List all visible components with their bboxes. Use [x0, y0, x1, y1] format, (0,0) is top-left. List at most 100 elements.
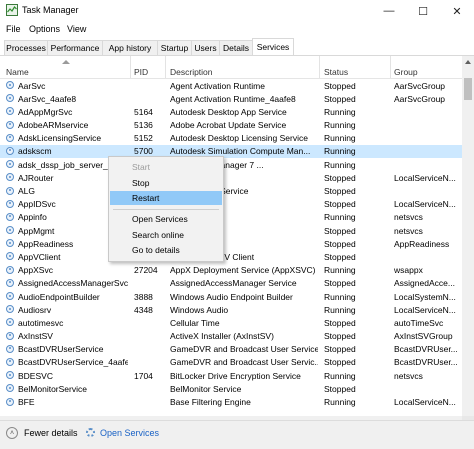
service-row[interactable]: adskscm 5700 Autodesk Simulation Compute M…	[0, 144, 462, 159]
service-description: Windows Audio Endpoint Builder	[170, 291, 293, 302]
service-row[interactable]: AdskLicensingService 5152 Autodesk Desktop…	[0, 132, 462, 145]
fewer-details-button[interactable]: Fewer details	[24, 428, 78, 438]
scroll-thumb[interactable]	[464, 78, 472, 100]
service-status: Running	[324, 265, 356, 276]
column-header-description[interactable]: Description	[170, 67, 213, 77]
column-header-name[interactable]: Name	[6, 67, 29, 77]
service-row[interactable]: AdAppMgrSvc 5164 Autodesk Desktop App Serv…	[0, 105, 462, 118]
tab-performance[interactable]: Performance	[47, 40, 103, 55]
service-group: LocalServiceN...	[394, 172, 456, 183]
column-divider[interactable]	[130, 56, 131, 78]
service-row[interactable]: BcastDVRUserService_4aafe8 GameDVR and Br…	[0, 356, 462, 369]
service-row[interactable]: Audiosrv 4348 Windows Audio Running LocalSer…	[0, 303, 462, 316]
service-group: AppReadiness	[394, 238, 450, 249]
scroll-up-arrow-icon[interactable]	[465, 60, 471, 64]
tab-processes[interactable]: Processes	[4, 40, 48, 55]
menu-options[interactable]: Options	[29, 24, 60, 34]
menu-file[interactable]: File	[6, 24, 21, 34]
vertical-scrollbar[interactable]	[462, 56, 474, 416]
service-gear-icon	[6, 94, 14, 103]
service-pid: 5164	[134, 106, 153, 117]
service-row[interactable]: AppXSvc 27204 AppX Deployment Service (App…	[0, 264, 462, 277]
tab-app-history[interactable]: App history	[102, 40, 158, 55]
service-name: AdobeARMservice	[18, 120, 89, 131]
service-row[interactable]: BcastDVRUserService GameDVR and Broadcast…	[0, 343, 462, 356]
service-pid: 3888	[134, 291, 153, 302]
column-divider[interactable]	[390, 56, 391, 78]
service-gear-icon	[6, 331, 14, 340]
service-status: Running	[324, 370, 356, 381]
column-divider[interactable]	[165, 56, 166, 78]
task-manager-icon	[6, 4, 18, 16]
service-row[interactable]: AdobeARMservice 5136 Adobe Acrobat Update …	[0, 119, 462, 132]
service-group: LocalServiceN...	[394, 304, 456, 315]
tab-startup[interactable]: Startup	[157, 40, 192, 55]
service-group: AxInstSVGroup	[394, 331, 453, 342]
close-button[interactable]: ✕	[440, 0, 474, 22]
service-row[interactable]: BDESVC 1704 BitLocker Drive Encryption Ser…	[0, 369, 462, 382]
service-gear-icon	[6, 384, 14, 393]
context-menu-search-online[interactable]: Search online	[110, 228, 222, 242]
service-status: Stopped	[324, 278, 356, 289]
service-name: AdskLicensingService	[18, 133, 102, 144]
service-status: Stopped	[324, 317, 356, 328]
service-description: Adobe Acrobat Update Service	[170, 120, 287, 131]
service-status: Stopped	[324, 172, 356, 183]
service-description: Agent Activation Runtime_4aafe8	[170, 93, 296, 104]
service-row[interactable]: AppMgmtagementStoppednetsvcs	[0, 224, 462, 237]
service-group: wsappx	[394, 265, 423, 276]
context-menu-go-to-details[interactable]: Go to details	[110, 243, 222, 257]
service-name: BFE	[18, 397, 35, 407]
column-header-pid[interactable]: PID	[134, 67, 148, 77]
service-gear-icon	[6, 146, 14, 155]
minimize-button[interactable]: —	[372, 0, 406, 22]
service-description: Cellular Time	[170, 317, 220, 328]
service-group: autoTimeSvc	[394, 317, 444, 328]
service-row[interactable]: AJRouter Stopped LocalServiceN...	[0, 171, 462, 184]
service-pid: 1704	[134, 370, 153, 381]
service-row[interactable]: AssignedAccessManagerSvc AssignedAccessMa…	[0, 277, 462, 290]
service-row[interactable]: autotimesvc Cellular Time Stopped autoTimeS…	[0, 316, 462, 329]
service-row[interactable]: adsk_dssp_job_server_7ulation Job Manage…	[0, 158, 462, 171]
service-row[interactable]: BelMonitorService BelMonitor Service Stopp…	[0, 382, 462, 395]
column-divider[interactable]	[319, 56, 320, 78]
service-pid: 5152	[134, 133, 153, 144]
service-gear-icon	[6, 357, 14, 366]
context-menu-stop[interactable]: Stop	[110, 176, 222, 190]
service-pid: 4348	[134, 304, 153, 315]
service-description: Windows Audio	[170, 304, 229, 315]
service-row[interactable]: AarSvc Agent Activation Runtime Stopped Aar…	[0, 79, 462, 92]
service-row[interactable]: AppIDSvcentityStoppedLocalServiceN...	[0, 198, 462, 211]
service-row[interactable]: BFE Base Filtering Engine Running LocalServ…	[0, 396, 462, 409]
service-name: adskscm	[18, 146, 52, 157]
tab-users[interactable]: Users	[191, 40, 220, 55]
column-header-status[interactable]: Status	[324, 67, 348, 77]
context-menu-open-services[interactable]: Open Services	[110, 212, 222, 226]
service-status: Running	[324, 133, 356, 144]
service-row[interactable]: AarSvc_4aafe8 Agent Activation Runtime_4a…	[0, 92, 462, 105]
service-row[interactable]: AppVClientMicrosoft App-V ClientStopped	[0, 250, 462, 263]
service-group: netsvcs	[394, 212, 423, 223]
service-name: AudioEndpointBuilder	[18, 291, 100, 302]
tab-services[interactable]: Services	[252, 38, 294, 55]
open-services-link[interactable]: Open Services	[100, 428, 159, 438]
column-header-group[interactable]: Group	[394, 67, 418, 77]
context-menu-restart[interactable]: Restart	[110, 191, 222, 205]
service-row[interactable]: AudioEndpointBuilder 3888 Windows Audio En…	[0, 290, 462, 303]
chevron-up-icon[interactable]: ˄	[6, 427, 18, 439]
service-description: Autodesk Desktop App Service	[170, 106, 287, 117]
service-name: BcastDVRUserService	[18, 344, 104, 355]
menu-view[interactable]: View	[67, 24, 86, 34]
service-gear-icon	[6, 120, 14, 129]
service-row[interactable]: AppReadiness Stopped AppReadiness	[0, 237, 462, 250]
context-menu-start: Start	[132, 162, 150, 172]
service-group: AssignedAcce...	[394, 278, 455, 289]
service-description: ActiveX Installer (AxInstSV)	[170, 331, 274, 342]
service-row[interactable]: Appinfo Running netsvcs	[0, 211, 462, 224]
service-row[interactable]: ALGyer Gateway ServiceStopped	[0, 185, 462, 198]
maximize-button[interactable]: ☐	[406, 0, 440, 22]
service-row[interactable]: AxInstSV ActiveX Installer (AxInstSV) Stop…	[0, 330, 462, 343]
service-gear-icon	[6, 239, 14, 248]
title-bar: Task Manager — ☐ ✕	[0, 0, 474, 22]
tab-details[interactable]: Details	[219, 40, 253, 55]
